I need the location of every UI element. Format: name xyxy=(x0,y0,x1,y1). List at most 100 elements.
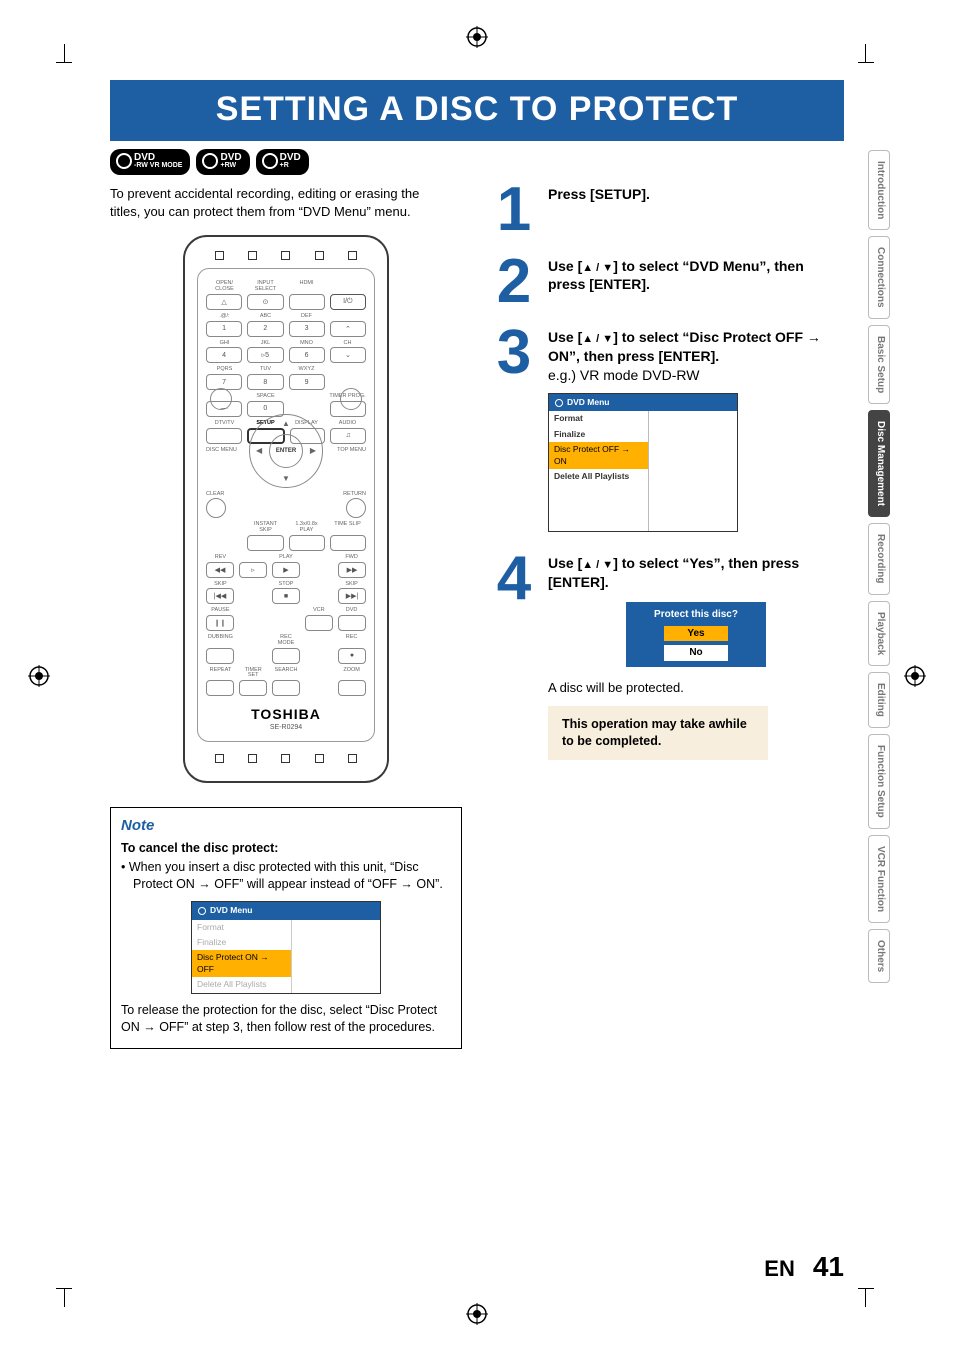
play-key: ▶ xyxy=(272,562,300,578)
osd-item-disc-protect: Disc Protect OFF → ON xyxy=(549,442,648,469)
tab-disc-management[interactable]: Disc Management xyxy=(868,410,890,517)
crop-mark xyxy=(56,1288,72,1289)
crop-mark xyxy=(56,62,72,63)
crop-mark xyxy=(858,1288,874,1289)
note-title: Note xyxy=(121,816,451,836)
crop-mark xyxy=(865,1289,866,1307)
digit-2-key: 2 xyxy=(247,321,283,337)
crop-mark xyxy=(64,44,65,62)
step-1: 1 Press [SETUP]. xyxy=(490,185,844,235)
search-key xyxy=(272,680,300,696)
tab-recording[interactable]: Recording xyxy=(868,523,890,594)
instant-skip-key xyxy=(247,535,283,551)
osd-title-text: DVD Menu xyxy=(210,905,253,916)
digit-5-key: ▹5 xyxy=(247,347,283,363)
step-number: 3 xyxy=(490,328,538,532)
tab-others[interactable]: Others xyxy=(868,929,890,983)
page-title-banner: SETTING A DISC TO PROTECT xyxy=(110,80,844,141)
rev-key: ◀◀ xyxy=(206,562,234,578)
clear-key xyxy=(206,498,226,518)
return-key xyxy=(346,498,366,518)
disc-icon xyxy=(198,907,206,915)
operation-warn-box: This operation may take awhile to be com… xyxy=(548,706,768,760)
protect-question: Protect this disc? xyxy=(626,608,766,622)
step-3-text: Use [▲ / ▼] to select “Disc Protect OFF … xyxy=(548,328,844,366)
step-3: 3 Use [▲ / ▼] to select “Disc Protect OF… xyxy=(490,328,844,532)
section-tabs: Introduction Connections Basic Setup Dis… xyxy=(868,150,890,983)
power-key: I/⏻ xyxy=(330,294,366,310)
step-3-osd: DVD Menu Format Finalize Disc Protect OF… xyxy=(548,393,738,532)
print-mark-top xyxy=(466,26,488,48)
digit-3-key: 3 xyxy=(289,321,325,337)
note-bullet: • When you insert a disc protected with … xyxy=(121,859,451,893)
remote-top-dots xyxy=(203,251,369,260)
badge-sub: +RW xyxy=(220,162,241,169)
tab-playback[interactable]: Playback xyxy=(868,601,890,666)
tab-vcr-function[interactable]: VCR Function xyxy=(868,835,890,923)
after-protect-text: A disc will be protected. xyxy=(548,679,844,697)
step-4-text: Use [▲ / ▼] to select “Yes”, then press … xyxy=(548,554,844,592)
print-mark-left xyxy=(28,665,50,687)
speed-play-key xyxy=(289,535,325,551)
right-arrow-icon: ▶ xyxy=(310,446,316,455)
protect-dialog: Protect this disc? Yes No xyxy=(626,602,766,667)
slow-key: ▹ xyxy=(239,562,267,578)
protect-no: No xyxy=(664,645,728,661)
top-menu-key xyxy=(340,388,362,410)
note-osd-menu: DVD Menu Format Finalize Disc Protect ON… xyxy=(191,901,381,994)
page-footer: EN 41 xyxy=(764,1251,844,1283)
step-4: 4 Use [▲ / ▼] to select “Yes”, then pres… xyxy=(490,554,844,760)
tab-introduction[interactable]: Introduction xyxy=(868,150,890,230)
tab-editing[interactable]: Editing xyxy=(868,672,890,728)
remote-illustration: OPEN/ CLOSEINPUT SELECTHDMI △ ⊙ I/⏻ .@/:… xyxy=(183,235,389,783)
note-panel: Note To cancel the disc protect: • When … xyxy=(110,807,462,1048)
step-number: 1 xyxy=(490,185,538,235)
step-2-text: Use [▲ / ▼] to select “DVD Menu”, then p… xyxy=(548,257,844,307)
enter-key: ENTER xyxy=(269,434,303,468)
remote-bottom-dots xyxy=(203,754,369,763)
osd-item-disc-protect: Disc Protect ON → OFF xyxy=(192,950,291,977)
disc-menu-key xyxy=(210,388,232,410)
hdmi-key xyxy=(289,294,325,310)
digit-6-key: 6 xyxy=(289,347,325,363)
tab-basic-setup[interactable]: Basic Setup xyxy=(868,325,890,404)
zoom-key xyxy=(338,680,366,696)
up-arrow-icon: ▲ xyxy=(282,419,290,428)
remote-model: SE-R0294 xyxy=(206,724,366,731)
step-number: 2 xyxy=(490,257,538,307)
down-arrow-icon: ▼ xyxy=(282,474,290,483)
footer-page-number: 41 xyxy=(813,1251,844,1283)
osd-title-text: DVD Menu xyxy=(567,397,610,408)
fwd-key: ▶▶ xyxy=(338,562,366,578)
ch-down-key: ⌄ xyxy=(330,347,366,363)
crop-mark xyxy=(64,1289,65,1307)
intro-text: To prevent accidental recording, editing… xyxy=(110,185,450,221)
nav-ring: ▲ ▼ ◀ ▶ ENTER xyxy=(249,414,323,488)
rec-mode-key xyxy=(272,648,300,664)
badge-sub: +R xyxy=(280,162,301,169)
osd-item-format: Format xyxy=(192,920,291,935)
left-arrow-icon: ◀ xyxy=(256,446,262,455)
skip-back-key: |◀◀ xyxy=(206,588,234,604)
osd-item-finalize: Finalize xyxy=(549,427,648,442)
osd-item-delete-playlists: Delete All Playlists xyxy=(549,469,648,484)
badge-dvd-plus-r: DVD+R xyxy=(256,149,309,175)
tab-function-setup[interactable]: Function Setup xyxy=(868,734,890,829)
remote-brand: TOSHIBA xyxy=(206,706,366,722)
disc-type-badges: DVD-RW VR MODE DVD+RW DVD+R xyxy=(110,149,844,175)
timer-set-key xyxy=(239,680,267,696)
protect-yes: Yes xyxy=(664,626,728,642)
osd-item-delete-playlists: Delete All Playlists xyxy=(192,977,291,992)
digit-1-key: 1 xyxy=(206,321,242,337)
osd-item-format: Format xyxy=(549,411,648,426)
tab-connections[interactable]: Connections xyxy=(868,236,890,319)
disc-icon xyxy=(555,399,563,407)
note-subheading: To cancel the disc protect: xyxy=(121,840,451,857)
step-2: 2 Use [▲ / ▼] to select “DVD Menu”, then… xyxy=(490,257,844,307)
open-close-key: △ xyxy=(206,294,242,310)
badge-dvd-rw-vr: DVD-RW VR MODE xyxy=(110,149,190,175)
crop-mark xyxy=(865,44,866,62)
vcr-key xyxy=(305,615,333,631)
pause-key: ❙❙ xyxy=(206,615,234,631)
step-number: 4 xyxy=(490,554,538,760)
